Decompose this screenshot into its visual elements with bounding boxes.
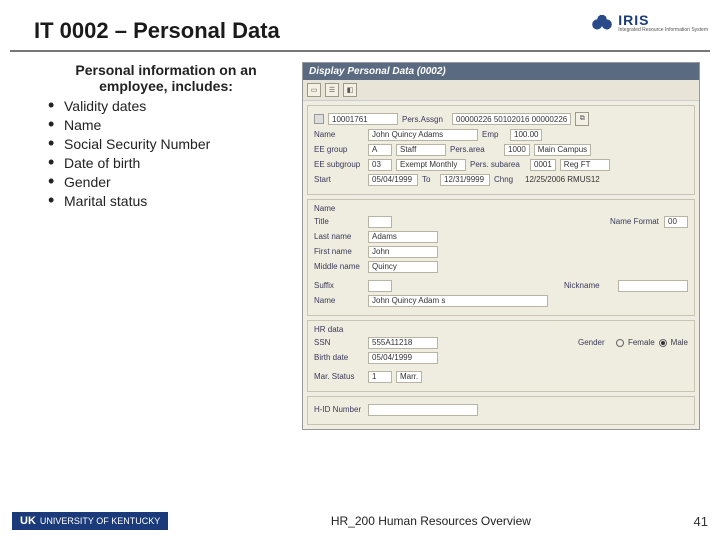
- start-label: Start: [314, 175, 364, 184]
- persarea-label: Pers.area: [450, 145, 500, 154]
- persassgn-picker-icon[interactable]: ⧉: [575, 112, 589, 126]
- list-item: Marital status: [54, 193, 292, 209]
- eesubgroup-code-field[interactable]: 03: [368, 159, 392, 171]
- toolbar-button[interactable]: ☰: [325, 83, 339, 97]
- sap-titlebar: Display Personal Data (0002): [303, 63, 699, 80]
- gender-label: Gender: [578, 338, 612, 347]
- perssubarea-code-field[interactable]: 0001: [530, 159, 556, 171]
- birthdate-field[interactable]: 05/04/1999: [368, 352, 438, 364]
- sap-toolbar: ▭ ☰ ◧: [303, 80, 699, 101]
- lastname-field[interactable]: Adams: [368, 231, 438, 243]
- idnumber-label: H-ID Number: [314, 405, 364, 414]
- nameformat-label: Name Format: [610, 217, 660, 226]
- to-field[interactable]: 12/31/9999: [440, 174, 490, 186]
- start-field[interactable]: 05/04/1999: [368, 174, 418, 186]
- persarea-value-field: Main Campus: [534, 144, 591, 156]
- iris-logo: IRIS Integrated Resource Information Sys…: [590, 10, 708, 34]
- hrdata-section: HR data SSN 555A11218 Gender Female Male…: [307, 320, 695, 392]
- list-item: Validity dates: [54, 98, 292, 114]
- suffix-label: Suffix: [314, 281, 364, 290]
- eegroup-value-field: Staff: [396, 144, 446, 156]
- firstname-field[interactable]: John: [368, 246, 438, 258]
- persid-field[interactable]: 10001761: [328, 113, 398, 125]
- to-label: To: [422, 175, 436, 184]
- marstatus-value-field: Marr.: [396, 371, 422, 383]
- list-item: Gender: [54, 174, 292, 190]
- person-icon[interactable]: [314, 114, 324, 124]
- iris-text: IRIS: [618, 12, 708, 28]
- suffix-field[interactable]: [368, 280, 392, 292]
- fullname-label: Name: [314, 296, 364, 305]
- eegroup-label: EE group: [314, 145, 364, 154]
- middlename-field[interactable]: Quincy: [368, 261, 438, 273]
- name-field[interactable]: John Quincy Adams: [368, 129, 478, 141]
- lastname-label: Last name: [314, 232, 364, 241]
- sap-window: Display Personal Data (0002) ▭ ☰ ◧ 10001…: [302, 62, 700, 430]
- hrdata-group-title: HR data: [314, 325, 688, 334]
- marstatus-label: Mar. Status: [314, 372, 364, 381]
- iris-flower-icon: [590, 10, 614, 34]
- name-label: Name: [314, 130, 364, 139]
- header-section: 10001761 Pers.Assgn 00000226 50102016 00…: [307, 105, 695, 195]
- name-group-title: Name: [314, 204, 688, 213]
- idnumber-section: H-ID Number: [307, 396, 695, 425]
- persassgn-field[interactable]: 00000226 50102016 00000226: [452, 113, 571, 125]
- footer: UK UNIVERSITY OF KENTUCKY HR_200 Human R…: [0, 512, 720, 530]
- gender-female-label: Female: [628, 338, 655, 347]
- intro-text: Personal information on an employee, inc…: [40, 62, 292, 94]
- title-field[interactable]: [368, 216, 392, 228]
- page-number: 41: [694, 514, 708, 529]
- persarea-code-field[interactable]: 1000: [504, 144, 530, 156]
- uk-logo: UK UNIVERSITY OF KENTUCKY: [12, 512, 168, 530]
- list-item: Name: [54, 117, 292, 133]
- eegroup-code-field[interactable]: A: [368, 144, 392, 156]
- fullname-field[interactable]: John Quincy Adam s: [368, 295, 548, 307]
- perssubarea-label: Pers. subarea: [470, 160, 526, 169]
- eesubgroup-value-field: Exempt Monthly: [396, 159, 466, 171]
- list-item: Social Security Number: [54, 136, 292, 152]
- perssubarea-value-field: Reg FT: [560, 159, 610, 171]
- uk-mark: UK: [20, 515, 36, 527]
- marstatus-code-field[interactable]: 1: [368, 371, 392, 383]
- ssn-label: SSN: [314, 338, 364, 347]
- description-panel: Personal information on an employee, inc…: [40, 62, 292, 430]
- chng-label: Chng: [494, 175, 518, 184]
- gender-male-radio[interactable]: [659, 339, 667, 347]
- iris-subtitle: Integrated Resource Information System: [618, 28, 708, 33]
- firstname-label: First name: [314, 247, 364, 256]
- eesubgroup-label: EE subgroup: [314, 160, 364, 169]
- toolbar-button[interactable]: ▭: [307, 83, 321, 97]
- list-item: Date of birth: [54, 155, 292, 171]
- bullet-list: Validity dates Name Social Security Numb…: [40, 98, 292, 209]
- birthdate-label: Birth date: [314, 353, 364, 362]
- uk-name: UNIVERSITY OF KENTUCKY: [40, 516, 160, 526]
- nickname-label: Nickname: [564, 281, 614, 290]
- nameformat-field[interactable]: 00: [664, 216, 688, 228]
- middlename-label: Middle name: [314, 262, 364, 271]
- emp-field[interactable]: 100.00: [510, 129, 542, 141]
- chng-field: 12/25/2006 RMUS12: [522, 174, 632, 186]
- title-label: Title: [314, 217, 364, 226]
- ssn-field[interactable]: 555A11218: [368, 337, 438, 349]
- emp-label: Emp: [482, 130, 506, 139]
- name-section: Name Title Name Format 00 Last name Adam…: [307, 199, 695, 316]
- idnumber-field[interactable]: [368, 404, 478, 416]
- gender-male-label: Male: [671, 338, 688, 347]
- footer-title: HR_200 Human Resources Overview: [331, 514, 531, 528]
- persassgn-label: Pers.Assgn: [402, 115, 448, 124]
- toolbar-button[interactable]: ◧: [343, 83, 357, 97]
- gender-female-radio[interactable]: [616, 339, 624, 347]
- nickname-field[interactable]: [618, 280, 688, 292]
